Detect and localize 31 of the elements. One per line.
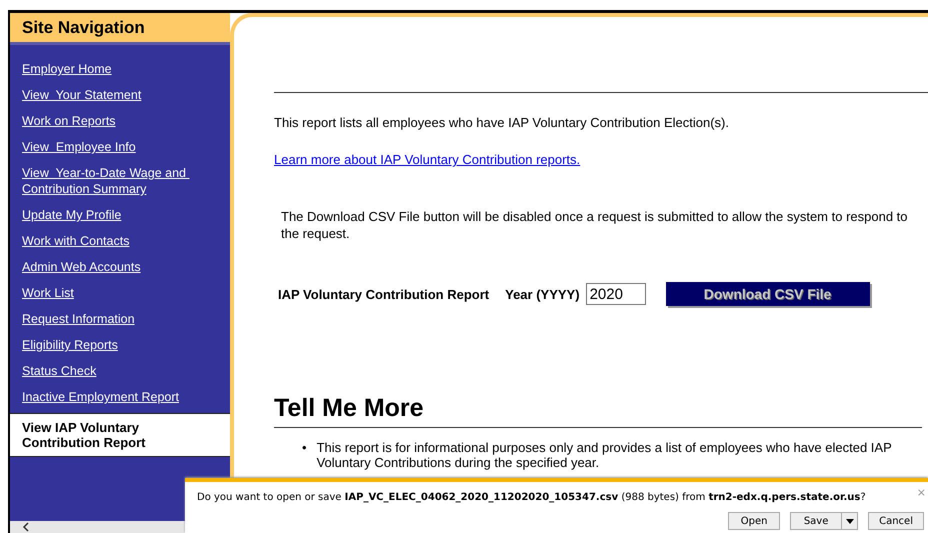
bullet-marker: • xyxy=(302,440,307,457)
nav-link[interactable]: Eligibility Reports xyxy=(22,337,230,353)
bullet-text: This report is for informational purposes only and provides a list of employees who have elected IAP Voluntary Contributions during the specified year. xyxy=(316,440,893,470)
nav-link[interactable]: View Employee Info xyxy=(22,139,230,155)
year-label: Year (YYYY) xyxy=(505,286,580,302)
download-message: Do you want to open or save IAP_VC_ELEC_04062_2020_11202020_105347.csv (988 bytes) from trn2-edx.q.pers.state.or.us? xyxy=(197,492,866,503)
nav-link[interactable]: Work List xyxy=(22,285,230,301)
year-field[interactable]: 2020 xyxy=(586,283,646,305)
dropdown-caret-icon[interactable] xyxy=(842,512,858,530)
download-csv-button[interactable]: Download CSV File xyxy=(666,282,870,306)
nav-link[interactable]: Status Check xyxy=(22,363,230,379)
learn-more-link[interactable]: Learn more about IAP Voluntary Contribution reports. xyxy=(274,152,580,167)
nav-link[interactable]: View Your Statement xyxy=(22,87,230,103)
section-heading: Tell Me More xyxy=(274,394,922,428)
save-button[interactable]: Save xyxy=(790,512,842,530)
cancel-button[interactable]: Cancel xyxy=(868,512,924,530)
report-label: IAP Voluntary Contribution Report xyxy=(278,286,490,302)
sidebar-title: Site Navigation xyxy=(10,13,230,45)
notice-text: The Download CSV File button will be disabled once a request is submitted to allow the system to respond to the request. xyxy=(281,208,909,242)
nav-item-current[interactable]: View IAP Voluntary Contribution Report xyxy=(10,413,230,457)
nav-link[interactable]: View Year-to-Date Wage and Contribution Summary xyxy=(22,165,230,197)
nav-link[interactable]: Inactive Employment Report xyxy=(22,389,230,405)
intro-text: This report lists all employees who have IAP Voluntary Contribution Election(s). xyxy=(274,115,730,130)
nav-link[interactable]: Work with Contacts xyxy=(22,233,230,249)
nav-link[interactable]: Employer Home xyxy=(22,61,230,77)
nav-link[interactable]: Admin Web Accounts xyxy=(22,259,230,275)
horizontal-scrollbar[interactable] xyxy=(10,521,185,533)
nav-link[interactable]: Work on Reports xyxy=(22,113,230,129)
open-button[interactable]: Open xyxy=(728,512,780,530)
nav-link[interactable]: Request Information xyxy=(22,311,230,327)
nav-link[interactable]: Update My Profile xyxy=(22,207,230,223)
